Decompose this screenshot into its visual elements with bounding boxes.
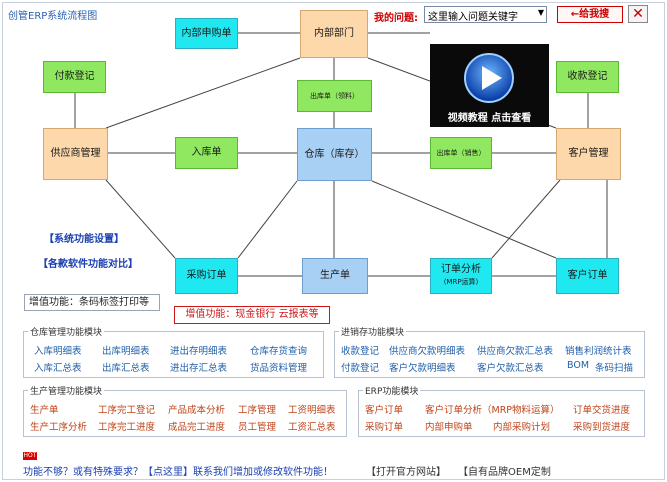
module-link[interactable]: 进出存汇总表 xyxy=(170,360,227,374)
module-link[interactable]: 条码扫描 xyxy=(595,360,633,374)
module-link[interactable]: 销售利润统计表 xyxy=(565,343,632,357)
module-link[interactable]: 出库汇总表 xyxy=(102,360,150,374)
node-payment-registration[interactable]: 付款登记 xyxy=(43,61,106,93)
panel-title: 进销存功能模块 xyxy=(339,325,407,338)
node-inbound[interactable]: 入库单 xyxy=(175,137,238,169)
node-internal-dept[interactable]: 内部部门 xyxy=(300,10,368,58)
module-link[interactable]: 收款登记 xyxy=(341,343,379,357)
module-link[interactable]: 入库明细表 xyxy=(34,343,82,357)
node-production[interactable]: 生产单 xyxy=(302,258,368,294)
custom-request-link[interactable]: 功能不够？或有特殊要求？【点这里】联系我们增加或修改软件功能！ xyxy=(23,463,333,478)
module-link[interactable]: 工资明细表 xyxy=(288,402,336,416)
module-link[interactable]: 仓库存货查询 xyxy=(250,343,307,357)
panel-title: 生产管理功能模块 xyxy=(28,384,105,397)
module-link[interactable]: 入库汇总表 xyxy=(34,360,82,374)
module-link[interactable]: 工序完工登记 xyxy=(98,402,155,416)
order-analysis-label: 订单分析 xyxy=(441,264,481,275)
module-link[interactable]: 客户欠款明细表 xyxy=(389,360,456,374)
video-tutorial-thumbnail[interactable]: 视频教程 点击查看 xyxy=(430,44,549,127)
module-link[interactable]: BOM xyxy=(567,360,589,371)
node-receipt-registration[interactable]: 收款登记 xyxy=(556,61,619,93)
module-link[interactable]: 成品完工进度 xyxy=(168,419,225,433)
module-link[interactable]: 内部采购计划 xyxy=(493,419,550,433)
node-order-analysis[interactable]: 订单分析 (MRP运算) xyxy=(430,258,492,294)
module-link[interactable]: 出库明细表 xyxy=(102,343,150,357)
module-link[interactable]: 采购到货进度 xyxy=(573,419,630,433)
node-supplier-management[interactable]: 供应商管理 xyxy=(43,128,108,180)
barcode-addon-button[interactable]: 增值功能：条码标签打印等 xyxy=(24,294,160,311)
module-link[interactable]: 供应商欠款汇总表 xyxy=(477,343,553,357)
module-link[interactable]: 员工管理 xyxy=(238,419,276,433)
order-analysis-sublabel: (MRP运算) xyxy=(443,278,479,286)
module-link[interactable]: 客户欠款汇总表 xyxy=(477,360,544,374)
production-module-panel: 生产管理功能模块 生产单 工序完工登记 产品成本分析 工序管理 工资明细表 生产… xyxy=(23,384,347,437)
node-internal-purchase[interactable]: 内部申购单 xyxy=(175,18,238,49)
module-link[interactable]: 工序管理 xyxy=(238,402,276,416)
cash-bank-addon-button[interactable]: 增值功能：现金银行 云报表等 xyxy=(174,306,330,324)
node-customer-order[interactable]: 客户订单 xyxy=(556,258,619,294)
panel-title: ERP功能模块 xyxy=(363,384,421,397)
module-link[interactable]: 付款登记 xyxy=(341,360,379,374)
hot-badge: HOT xyxy=(23,452,37,460)
module-link[interactable]: 生产工序分析 xyxy=(30,419,87,433)
compare-editions-link[interactable]: 【各款软件功能对比】 xyxy=(38,255,138,270)
module-link[interactable]: 生产单 xyxy=(30,402,59,416)
node-outbound-sales[interactable]: 出库单（销售） xyxy=(430,137,492,169)
module-link[interactable]: 产品成本分析 xyxy=(168,402,225,416)
node-warehouse[interactable]: 仓库（库存） xyxy=(297,128,372,181)
module-link[interactable]: 工序完工进度 xyxy=(98,419,155,433)
module-link[interactable]: 进出存明细表 xyxy=(170,343,227,357)
node-purchase-order[interactable]: 采购订单 xyxy=(175,258,238,294)
open-website-link[interactable]: 【打开官方网站】 xyxy=(366,463,446,478)
video-caption: 视频教程 点击查看 xyxy=(447,113,532,124)
warehouse-module-panel: 仓库管理功能模块 入库明细表 出库明细表 进出存明细表 仓库存货查询 入库汇总表… xyxy=(23,325,324,378)
panel-title: 仓库管理功能模块 xyxy=(28,325,105,338)
module-link[interactable]: 采购订单 xyxy=(365,419,403,433)
oem-custom-link[interactable]: 【自有品牌OEM定制 xyxy=(458,463,551,478)
module-link[interactable]: 订单交货进度 xyxy=(573,402,630,416)
module-link[interactable]: 工资汇总表 xyxy=(288,419,336,433)
node-outbound-picking[interactable]: 出库单（领料） xyxy=(297,80,372,112)
module-link[interactable]: 货品资料管理 xyxy=(250,360,307,374)
node-customer-management[interactable]: 客户管理 xyxy=(556,128,621,180)
module-link[interactable]: 客户订单分析（MRP物料运算） xyxy=(425,402,560,416)
inventory-sales-module-panel: 进销存功能模块 收款登记 供应商欠款明细表 供应商欠款汇总表 销售利润统计表 付… xyxy=(334,325,645,378)
module-link[interactable]: 供应商欠款明细表 xyxy=(389,343,465,357)
module-link[interactable]: 内部申购单 xyxy=(425,419,473,433)
erp-module-panel: ERP功能模块 客户订单 客户订单分析（MRP物料运算） 订单交货进度 采购订单… xyxy=(358,384,645,437)
system-settings-link[interactable]: 【系统功能设置】 xyxy=(44,230,124,245)
module-link[interactable]: 客户订单 xyxy=(365,402,403,416)
